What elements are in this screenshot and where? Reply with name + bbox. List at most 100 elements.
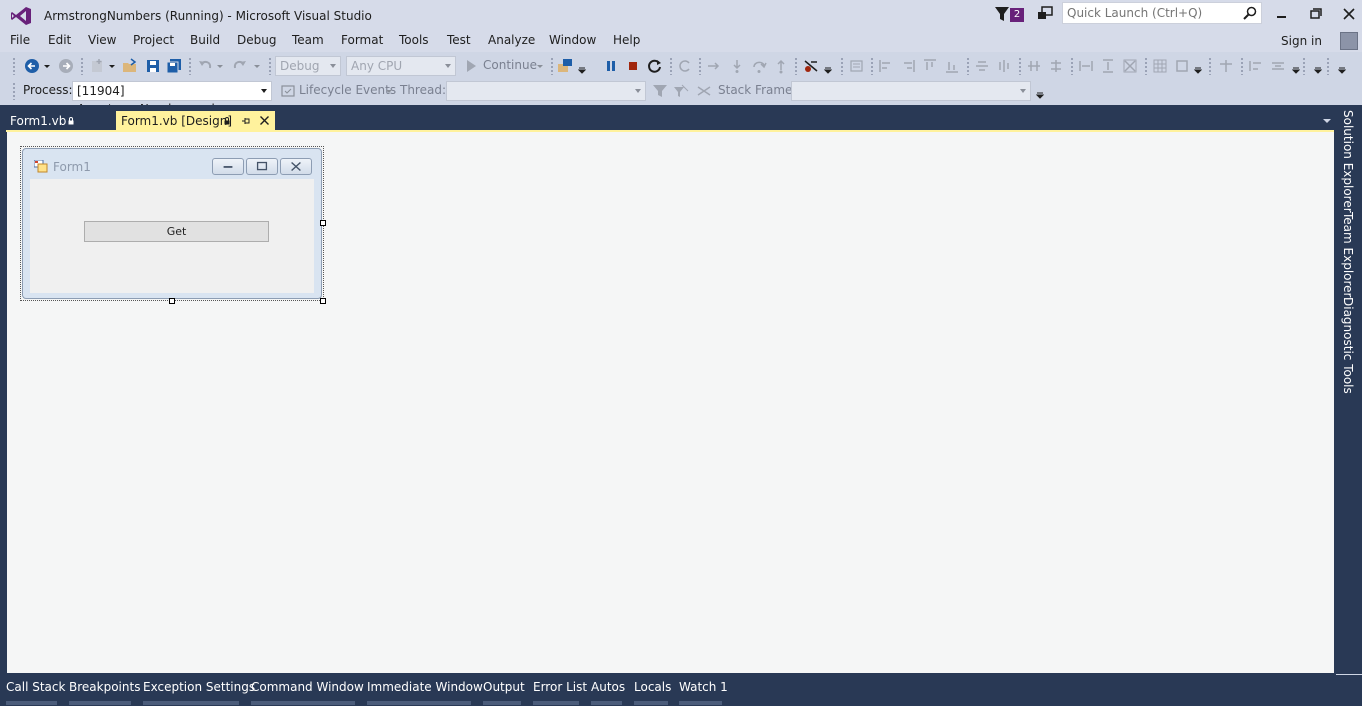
team-explorer-tab[interactable]: Team Explorer <box>1341 212 1355 298</box>
form-minimize-button[interactable] <box>212 158 244 175</box>
avatar[interactable] <box>1340 32 1358 50</box>
tab-order-icon[interactable] <box>848 58 864 74</box>
minimize-window-button[interactable] <box>1266 3 1296 25</box>
align-to-grid-icon[interactable] <box>1174 58 1190 74</box>
call-stack-tab[interactable]: Call Stack <box>6 680 65 694</box>
align-middles-icon[interactable] <box>974 58 990 74</box>
restart-icon[interactable] <box>647 58 663 74</box>
toggle-parallel-stacks-icon[interactable] <box>696 83 712 99</box>
feedback-icon[interactable] <box>1036 5 1054 23</box>
quick-launch-input[interactable] <box>1063 3 1238 23</box>
close-tab-icon[interactable] <box>259 115 270 126</box>
align-tops-icon[interactable] <box>922 58 938 74</box>
toolbar-overflow-icon[interactable] <box>1292 58 1300 74</box>
break-all-pause-icon[interactable] <box>603 58 619 74</box>
center-vertically-icon[interactable] <box>1048 58 1064 74</box>
align-rights-icon[interactable] <box>900 58 916 74</box>
breakpoints-tab[interactable]: Breakpoints <box>69 680 140 694</box>
autos-tab[interactable]: Autos <box>591 680 625 694</box>
menu-build[interactable]: Build <box>190 33 220 47</box>
menu-edit[interactable]: Edit <box>48 33 71 47</box>
menu-window[interactable]: Window <box>549 33 596 47</box>
center-horizontally-icon[interactable] <box>1026 58 1042 74</box>
menu-view[interactable]: View <box>88 33 116 47</box>
toolbar-grip[interactable] <box>12 82 16 100</box>
exception-settings-tab[interactable]: Exception Settings <box>143 680 255 694</box>
step-over-icon[interactable] <box>751 58 767 74</box>
form-maximize-button[interactable] <box>246 158 278 175</box>
align-lefts-icon[interactable] <box>878 58 894 74</box>
close-window-button[interactable] <box>1334 3 1362 25</box>
tab-list-dropdown-icon[interactable] <box>1323 119 1331 123</box>
align-bottoms-icon[interactable] <box>944 58 960 74</box>
open-file-icon[interactable] <box>122 58 138 74</box>
sign-in-link[interactable]: Sign in <box>1281 34 1322 48</box>
output-tab[interactable]: Output <box>483 680 525 694</box>
toggle-breakpoints-icon[interactable] <box>803 58 819 74</box>
menu-format[interactable]: Format <box>341 33 383 47</box>
continue-play-icon[interactable] <box>463 58 479 74</box>
tab-form1-vb[interactable]: Form1.vb <box>4 111 116 131</box>
menu-test[interactable]: Test <box>447 33 471 47</box>
save-icon[interactable] <box>145 58 161 74</box>
process-dropdown[interactable]: [11904] ArmstrongNumbers.vshos <box>72 81 272 116</box>
restore-window-button[interactable] <box>1300 3 1330 25</box>
resize-handle-right[interactable] <box>320 220 326 226</box>
flag-threads-filter-icon[interactable] <box>652 83 668 99</box>
bring-to-front-icon[interactable] <box>1218 58 1234 74</box>
vertical-spacing-icon[interactable] <box>1270 58 1286 74</box>
menu-help[interactable]: Help <box>613 33 640 47</box>
quick-launch-box[interactable] <box>1062 2 1262 24</box>
search-icon[interactable] <box>1243 6 1257 20</box>
chevron-down-icon[interactable] <box>385 83 393 99</box>
chevron-down-icon[interactable] <box>108 58 116 74</box>
show-flagged-threads-icon[interactable] <box>673 83 689 99</box>
command-window-tab[interactable]: Command Window <box>251 680 364 694</box>
stack-frame-dropdown[interactable] <box>791 81 1031 101</box>
error-list-tab[interactable]: Error List <box>533 680 587 694</box>
solution-explorer-tab[interactable]: Solution Explorer <box>1341 110 1355 213</box>
make-same-size-icon[interactable] <box>1122 58 1138 74</box>
chevron-down-icon[interactable] <box>216 58 224 74</box>
toolbar-overflow-icon[interactable] <box>824 58 832 74</box>
navigate-back-icon[interactable] <box>24 58 40 74</box>
chevron-down-icon[interactable] <box>253 58 261 74</box>
undo-icon[interactable] <box>197 58 213 74</box>
toolbar-overflow-icon[interactable] <box>578 58 586 74</box>
pin-tab-icon[interactable] <box>241 116 251 126</box>
menu-tools[interactable]: Tools <box>399 33 429 47</box>
menu-project[interactable]: Project <box>133 33 174 47</box>
lifecycle-events-button[interactable]: Lifecycle Events <box>299 83 396 97</box>
new-project-icon[interactable] <box>89 58 105 74</box>
hot-reload-icon[interactable] <box>677 58 693 74</box>
toolbar-grip[interactable] <box>12 57 16 75</box>
step-into-icon[interactable] <box>729 58 745 74</box>
get-button[interactable]: Get <box>84 221 269 242</box>
solution-platform-dropdown[interactable]: Any CPU <box>346 56 456 76</box>
menu-team[interactable]: Team <box>292 33 324 47</box>
toolbar-overflow-icon[interactable] <box>1194 58 1202 74</box>
make-same-height-icon[interactable] <box>1100 58 1116 74</box>
diagnostic-tools-tab[interactable]: Diagnostic Tools <box>1341 297 1355 394</box>
lifecycle-events-icon[interactable] <box>280 83 296 99</box>
size-to-grid-icon[interactable] <box>1152 58 1168 74</box>
menu-file[interactable]: File <box>10 33 30 47</box>
watch-1-tab[interactable]: Watch 1 <box>679 680 728 694</box>
toolbar-overflow-icon[interactable] <box>1338 58 1346 74</box>
attach-process-icon[interactable] <box>557 58 573 74</box>
continue-button-label[interactable]: Continue <box>483 58 537 72</box>
stop-debugging-icon[interactable] <box>625 58 641 74</box>
menu-debug[interactable]: Debug <box>237 33 276 47</box>
resize-handle-bottom-right[interactable] <box>320 298 326 304</box>
show-next-statement-icon[interactable] <box>706 58 722 74</box>
solution-configuration-dropdown[interactable]: Debug <box>275 56 341 76</box>
resize-handle-bottom[interactable] <box>169 298 175 304</box>
make-same-width-icon[interactable] <box>1078 58 1094 74</box>
thread-dropdown[interactable] <box>446 81 646 101</box>
horizontal-spacing-icon[interactable] <box>1248 58 1264 74</box>
chevron-down-icon[interactable] <box>43 58 51 74</box>
toolbar-overflow-icon[interactable] <box>1314 58 1322 74</box>
navigate-forward-icon[interactable] <box>58 58 74 74</box>
form-close-button[interactable] <box>280 158 312 175</box>
chevron-down-icon[interactable] <box>536 58 544 74</box>
